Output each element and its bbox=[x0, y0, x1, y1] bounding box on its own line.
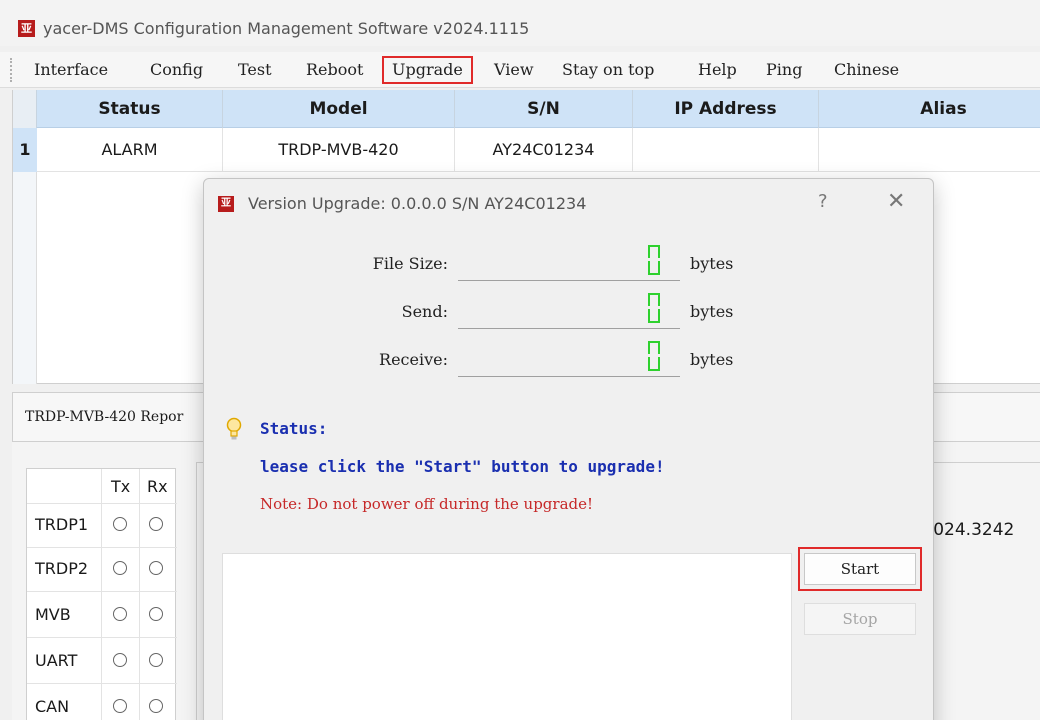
table-corner bbox=[13, 90, 37, 128]
lightbulb-icon bbox=[226, 417, 242, 440]
tx-indicator-icon bbox=[113, 517, 127, 531]
cell-model[interactable]: TRDP-MVB-420 bbox=[223, 128, 455, 172]
stop-button[interactable]: Stop bbox=[804, 603, 916, 635]
rx-indicator-icon bbox=[149, 517, 163, 531]
row-number[interactable]: 1 bbox=[13, 128, 37, 172]
rx-indicator-icon bbox=[149, 699, 163, 713]
cell-alias[interactable] bbox=[819, 128, 1040, 172]
menu-help[interactable]: Help bbox=[690, 56, 745, 84]
receive-display bbox=[458, 337, 680, 377]
cell-status[interactable]: ALARM bbox=[37, 128, 223, 172]
upgrade-log-output[interactable] bbox=[222, 553, 792, 720]
menu-chinese[interactable]: Chinese bbox=[826, 56, 907, 84]
rx-indicator-icon bbox=[149, 561, 163, 575]
menu-reboot[interactable]: Reboot bbox=[298, 56, 371, 84]
title-bar: 亚 yacer-DMS Configuration Management Sof… bbox=[0, 0, 1040, 46]
status-label: Status: bbox=[260, 419, 328, 438]
lcd-digit-zero bbox=[646, 341, 662, 371]
rx-indicator-icon bbox=[149, 607, 163, 621]
table-header: Status Model S/N IP Address Alias bbox=[13, 90, 1040, 128]
power-warning-note: Note: Do not power off during the upgrad… bbox=[260, 495, 594, 513]
status-message: lease click the "Start" button to upgrad… bbox=[260, 457, 665, 476]
dialog-logo-icon: 亚 bbox=[218, 196, 234, 212]
lcd-digit-zero bbox=[646, 293, 662, 323]
upgrade-dialog: 亚 Version Upgrade: 0.0.0.0 S/N AY24C0123… bbox=[203, 178, 934, 720]
file-size-unit: bytes bbox=[690, 254, 734, 273]
io-header-rx: Rx bbox=[147, 477, 168, 496]
menu-test[interactable]: Test bbox=[230, 56, 280, 84]
receive-unit: bytes bbox=[690, 350, 734, 369]
tx-indicator-icon bbox=[113, 653, 127, 667]
app-logo-icon: 亚 bbox=[18, 20, 35, 37]
menu-stay-on-top[interactable]: Stay on top bbox=[554, 56, 662, 84]
send-unit: bytes bbox=[690, 302, 734, 321]
menu-config[interactable]: Config bbox=[142, 56, 211, 84]
io-label-mvb: MVB bbox=[35, 605, 71, 624]
io-label-trdp2: TRDP2 bbox=[35, 559, 89, 578]
column-ip-address[interactable]: IP Address bbox=[633, 90, 819, 128]
file-size-display bbox=[458, 241, 680, 281]
menu-ping[interactable]: Ping bbox=[758, 56, 810, 84]
menu-upgrade[interactable]: Upgrade bbox=[382, 56, 473, 84]
column-alias[interactable]: Alias bbox=[819, 90, 1040, 128]
column-status[interactable]: Status bbox=[37, 90, 223, 128]
receive-label: Receive: bbox=[379, 350, 448, 369]
tx-indicator-icon bbox=[113, 607, 127, 621]
menu-bar: Interface Config Test Reboot Upgrade Vie… bbox=[0, 52, 1040, 88]
tx-indicator-icon bbox=[113, 561, 127, 575]
io-label-trdp1: TRDP1 bbox=[35, 515, 89, 534]
io-label-can: CAN bbox=[35, 697, 70, 716]
cell-sn[interactable]: AY24C01234 bbox=[455, 128, 633, 172]
io-header-tx: Tx bbox=[111, 477, 131, 496]
column-model[interactable]: Model bbox=[223, 90, 455, 128]
window-title: yacer-DMS Configuration Management Softw… bbox=[43, 19, 530, 38]
cell-ip-address[interactable] bbox=[633, 128, 819, 172]
send-display bbox=[458, 289, 680, 329]
column-sn[interactable]: S/N bbox=[455, 90, 633, 128]
io-status-table: Tx Rx TRDP1 TRDP2 MVB UART CAN bbox=[26, 468, 177, 720]
io-label-uart: UART bbox=[35, 651, 78, 670]
close-icon[interactable]: ✕ bbox=[887, 189, 905, 214]
menu-interface[interactable]: Interface bbox=[26, 56, 116, 84]
lcd-digit-zero bbox=[646, 245, 662, 275]
start-button[interactable]: Start bbox=[804, 553, 916, 585]
tx-indicator-icon bbox=[113, 699, 127, 713]
rx-indicator-icon bbox=[149, 653, 163, 667]
file-size-label: File Size: bbox=[372, 254, 448, 273]
menu-grip-handle bbox=[10, 58, 12, 82]
row-header-strip bbox=[13, 172, 37, 384]
report-tab[interactable]: TRDP-MVB-420 Repor bbox=[25, 409, 183, 425]
dialog-title: Version Upgrade: 0.0.0.0 S/N AY24C01234 bbox=[248, 194, 587, 213]
help-icon[interactable]: ? bbox=[818, 191, 828, 212]
send-label: Send: bbox=[401, 302, 448, 321]
menu-view[interactable]: View bbox=[486, 56, 542, 84]
